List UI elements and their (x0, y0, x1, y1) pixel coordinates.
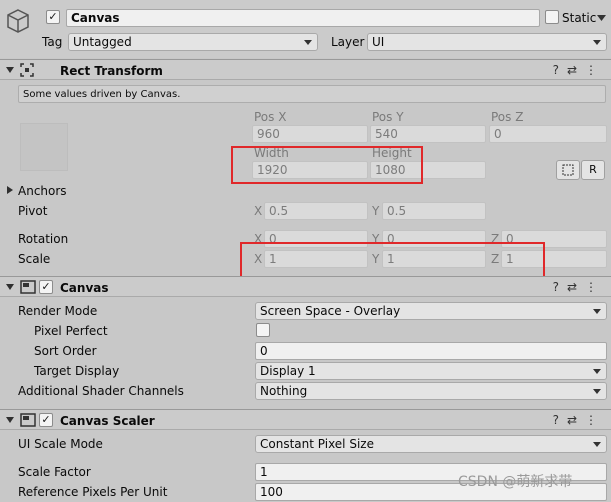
static-dropdown-caret-icon[interactable] (597, 15, 606, 21)
chevron-down-icon (304, 40, 312, 45)
pivot-y-label: Y (372, 204, 380, 218)
pos-y-field[interactable]: 540 (370, 125, 486, 143)
pos-x-label: Pos X (254, 110, 287, 124)
canvas-header[interactable]: ✓ Canvas ?⇄⋮ (0, 276, 611, 297)
canvas-scaler-header[interactable]: ✓ Canvas Scaler ?⇄⋮ (0, 409, 611, 430)
pos-z-field[interactable]: 0 (489, 125, 607, 143)
pivot-x-label: X (254, 204, 263, 218)
rotation-label: Rotation (18, 232, 69, 246)
shader-channels-dropdown[interactable]: Nothing (255, 382, 607, 400)
sort-order-field[interactable]: 0 (255, 342, 607, 360)
rect-transform-header[interactable]: Rect Transform ?⇄⋮ (0, 59, 611, 80)
rect-transform-title: Rect Transform (60, 64, 163, 78)
presets-icon[interactable]: ⇄ (567, 413, 585, 427)
tag-label: Tag (42, 35, 63, 49)
target-display-label: Target Display (34, 364, 120, 378)
tag-value: Untagged (73, 35, 132, 49)
presets-icon[interactable]: ⇄ (567, 280, 585, 294)
gameobject-header: ✓ Canvas Static Tag Untagged Layer UI (0, 0, 611, 58)
component-header-icons: ?⇄⋮ (553, 63, 605, 77)
pos-x-field[interactable]: 960 (252, 125, 368, 143)
blueprint-icon (562, 164, 574, 176)
chevron-down-icon (593, 369, 601, 374)
canvas-scaler-enabled-checkbox[interactable]: ✓ (39, 413, 53, 427)
sort-order-label: Sort Order (34, 344, 97, 358)
anchors-foldout-icon[interactable] (7, 186, 13, 194)
shader-channels-label: Additional Shader Channels (18, 384, 184, 398)
static-label: Static (562, 11, 597, 25)
highlight-width-height (231, 146, 423, 184)
watermark: CSDN @萌新求带 (458, 474, 573, 490)
render-mode-value: Screen Space - Overlay (260, 304, 401, 318)
more-options-icon[interactable]: ⋮ (585, 280, 605, 294)
help-icon[interactable]: ? (553, 413, 567, 427)
more-options-icon[interactable]: ⋮ (585, 413, 605, 427)
help-icon[interactable]: ? (553, 280, 567, 294)
more-options-icon[interactable]: ⋮ (585, 63, 605, 77)
pivot-label: Pivot (18, 204, 48, 218)
component-header-icons: ?⇄⋮ (553, 280, 605, 294)
pos-z-label: Pos Z (491, 110, 524, 124)
target-display-value: Display 1 (260, 364, 316, 378)
pivot-x-field[interactable]: 0.5 (264, 202, 368, 220)
foldout-arrow-icon[interactable] (6, 417, 14, 423)
pivot-y-field[interactable]: 0.5 (382, 202, 486, 220)
tag-dropdown[interactable]: Untagged (68, 33, 318, 51)
scale-label: Scale (18, 252, 51, 266)
pos-y-label: Pos Y (372, 110, 404, 124)
gameobject-active-checkbox[interactable]: ✓ (46, 10, 60, 24)
rect-transform-icon (20, 63, 34, 77)
canvas-component-icon (20, 280, 36, 294)
canvas-scaler-title: Canvas Scaler (60, 414, 155, 428)
gameobject-name-field[interactable]: Canvas (66, 9, 540, 27)
component-header-icons: ?⇄⋮ (553, 413, 605, 427)
layer-value: UI (372, 35, 385, 49)
canvas-scaler-icon (20, 413, 36, 427)
chevron-down-icon (593, 40, 601, 45)
pixel-perfect-label: Pixel Perfect (34, 324, 108, 338)
foldout-arrow-icon[interactable] (6, 67, 14, 73)
chevron-down-icon (593, 309, 601, 314)
foldout-arrow-icon[interactable] (6, 284, 14, 290)
cube-icon (7, 9, 29, 33)
raw-edit-button[interactable]: R (581, 160, 605, 180)
driven-notice-text: Some values driven by Canvas. (23, 89, 181, 100)
driven-notice: Some values driven by Canvas. (18, 85, 606, 103)
ref-ppu-label: Reference Pixels Per Unit (18, 485, 168, 499)
target-display-dropdown[interactable]: Display 1 (255, 362, 607, 380)
anchors-label[interactable]: Anchors (18, 183, 67, 199)
anchor-preset-widget[interactable] (20, 123, 68, 171)
ui-scale-mode-value: Constant Pixel Size (260, 437, 374, 451)
ui-scale-mode-label: UI Scale Mode (18, 437, 103, 451)
chevron-down-icon (593, 442, 601, 447)
help-icon[interactable]: ? (553, 63, 567, 77)
render-mode-dropdown[interactable]: Screen Space - Overlay (255, 302, 607, 320)
ui-scale-mode-dropdown[interactable]: Constant Pixel Size (255, 435, 607, 453)
chevron-down-icon (593, 389, 601, 394)
canvas-enabled-checkbox[interactable]: ✓ (39, 280, 53, 294)
presets-icon[interactable]: ⇄ (567, 63, 585, 77)
pixel-perfect-checkbox[interactable] (256, 323, 270, 337)
layer-dropdown[interactable]: UI (367, 33, 607, 51)
scale-factor-label: Scale Factor (18, 465, 91, 479)
highlight-scale (240, 242, 545, 278)
layer-label: Layer (331, 35, 365, 49)
static-checkbox[interactable] (545, 10, 559, 24)
canvas-title: Canvas (60, 281, 109, 295)
shader-channels-value: Nothing (260, 384, 308, 398)
blueprint-mode-button[interactable] (556, 160, 580, 180)
render-mode-label: Render Mode (18, 304, 98, 318)
